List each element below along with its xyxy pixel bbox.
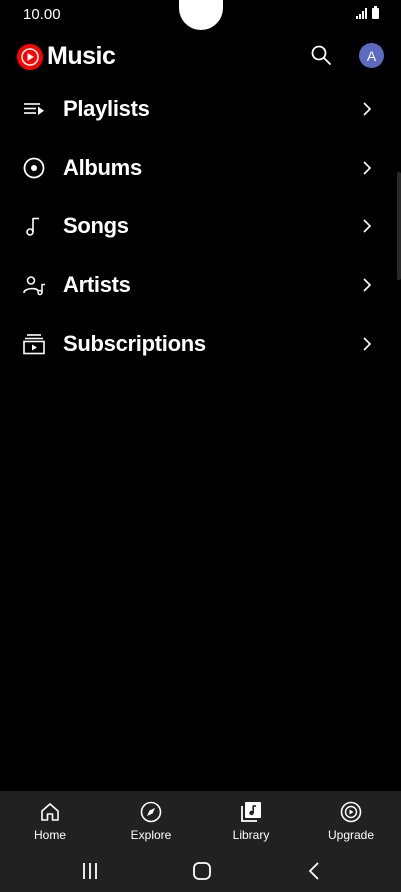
status-bar: 10.00 (0, 0, 401, 30)
youtube-music-logo-icon (17, 43, 43, 70)
nav-label: Explore (130, 828, 172, 842)
scrollbar-thumb[interactable] (397, 172, 401, 280)
chevron-right-icon (361, 218, 373, 234)
menu-item-label: Subscriptions (63, 330, 206, 356)
nav-library[interactable]: Library (206, 791, 296, 850)
avatar-initial: A (366, 47, 377, 64)
menu-item-label: Artists (63, 272, 131, 298)
home-system-button[interactable] (188, 858, 216, 884)
album-icon (21, 155, 47, 181)
upgrade-icon (340, 801, 362, 823)
compass-icon (140, 801, 162, 823)
nav-upgrade[interactable]: Upgrade (306, 791, 396, 850)
recent-apps-icon (83, 863, 97, 879)
app-title: Music (47, 42, 116, 70)
menu-item-songs[interactable]: Songs (0, 197, 401, 256)
playlist-icon (21, 96, 47, 122)
music-note-icon (21, 213, 47, 239)
library-menu: Playlists Albums Songs Artists Subscript… (0, 80, 401, 373)
status-icons (356, 6, 379, 19)
bottom-navigation: Home Explore Library Upgrade (0, 791, 401, 850)
status-time: 10.00 (23, 6, 61, 23)
menu-item-playlists[interactable]: Playlists (0, 80, 401, 139)
home-icon (41, 803, 59, 821)
chevron-right-icon (361, 101, 373, 117)
menu-item-subscriptions[interactable]: Subscriptions (0, 314, 401, 373)
nav-home[interactable]: Home (5, 791, 95, 850)
nav-label: Home (33, 828, 66, 842)
menu-item-label: Albums (63, 154, 142, 180)
nav-label: Library (232, 828, 270, 842)
camera-notch (179, 0, 223, 30)
signal-icon (356, 8, 367, 19)
library-icon (241, 802, 261, 822)
back-button[interactable] (300, 858, 328, 884)
chevron-right-icon (361, 160, 373, 176)
chevron-right-icon (361, 336, 373, 352)
menu-item-label: Songs (63, 213, 129, 239)
nav-explore[interactable]: Explore (106, 791, 196, 850)
menu-item-artists[interactable]: Artists (0, 256, 401, 315)
home-button-icon (193, 862, 211, 880)
menu-item-label: Playlists (63, 96, 150, 122)
chevron-right-icon (361, 277, 373, 293)
search-button[interactable] (309, 43, 333, 67)
artist-icon (21, 272, 47, 298)
menu-item-albums[interactable]: Albums (0, 139, 401, 198)
battery-icon (372, 6, 379, 19)
back-icon (308, 862, 319, 880)
app-logo: Music (17, 42, 116, 71)
nav-label: Upgrade (327, 828, 375, 842)
system-navigation-bar (0, 850, 401, 892)
app-header: Music A (0, 36, 401, 76)
search-icon (311, 45, 331, 65)
account-avatar[interactable]: A (359, 43, 384, 68)
subscriptions-icon (21, 331, 47, 357)
recent-apps-button[interactable] (76, 858, 104, 884)
